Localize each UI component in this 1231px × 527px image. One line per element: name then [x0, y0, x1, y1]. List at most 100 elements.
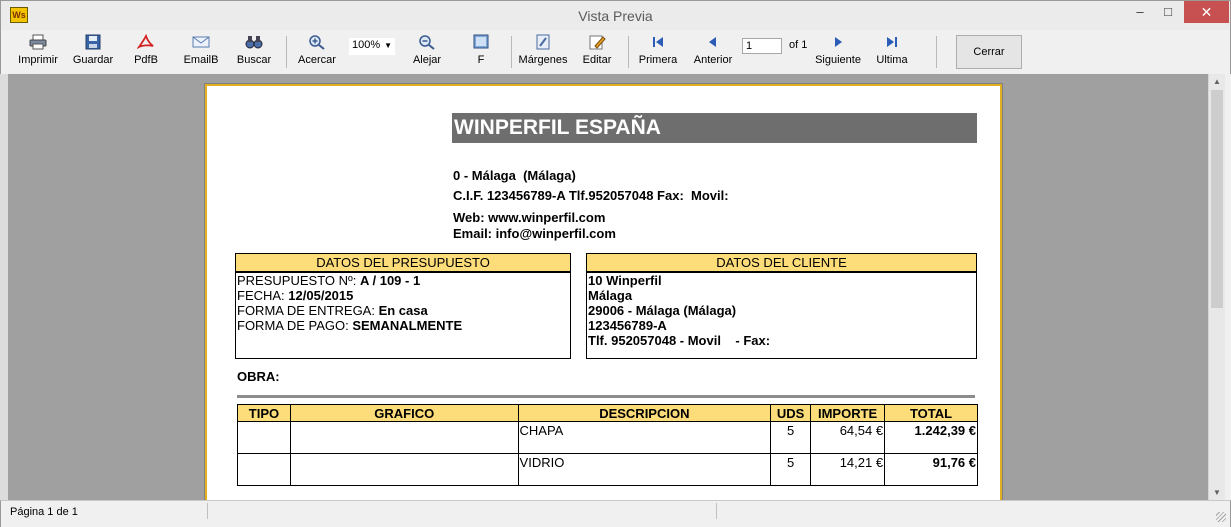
save-label: Guardar — [72, 54, 114, 66]
title-bar: Ws Vista Previa – □ ✕ — [0, 0, 1231, 30]
first-page-button[interactable]: Primera — [637, 34, 679, 72]
cell-descripcion: CHAPA — [517, 421, 772, 454]
items-table: TIPO GRAFICO DESCRIPCION UDS IMPORTE TOT… — [237, 404, 978, 486]
zoom-out-icon — [419, 35, 435, 50]
cell-grafico — [289, 453, 519, 486]
zoom-in-icon — [309, 35, 325, 50]
margins-button[interactable]: Márgenes — [517, 34, 569, 72]
zoom-select[interactable]: 100% ▼ — [349, 38, 395, 55]
envelope-icon — [192, 36, 210, 48]
status-bar: Página 1 de 1 — [0, 500, 1231, 527]
fit-page-label: F — [477, 54, 485, 66]
column-header: GRAFICO — [289, 404, 519, 422]
cell-importe: 14,21 € — [810, 453, 886, 486]
edit-label: Editar — [582, 54, 612, 66]
company-address: 0 - Málaga (Málaga) — [453, 168, 576, 183]
table-row: CHAPA 5 64,54 € 1.242,39 € — [237, 421, 978, 454]
zoom-in-label: Acercar — [298, 54, 336, 66]
next-page-button[interactable]: Siguiente — [813, 34, 863, 72]
minimize-button[interactable]: – — [1127, 1, 1153, 23]
scroll-up-icon[interactable]: ▲ — [1213, 77, 1221, 86]
toolbar-separator — [511, 36, 512, 68]
pdf-icon — [137, 34, 154, 50]
pdf-button[interactable]: PdfB — [129, 34, 163, 72]
zoom-in-button[interactable]: Acercar — [295, 34, 339, 72]
obra-label: OBRA: — [237, 369, 280, 384]
toolbar: Imprimir Guardar PdfB EmailB Buscar Acer… — [0, 30, 1231, 74]
cell-tipo — [237, 421, 291, 454]
next-icon — [835, 37, 842, 47]
cell-uds: 5 — [770, 421, 812, 454]
email-label: EmailB — [183, 54, 219, 66]
print-button[interactable]: Imprimir — [15, 34, 61, 72]
scrollbar-thumb[interactable] — [1211, 90, 1223, 308]
zoom-out-button[interactable]: Alejar — [409, 34, 445, 72]
cell-grafico — [289, 421, 519, 454]
edit-icon — [589, 35, 606, 50]
client-city: Málaga — [588, 288, 633, 303]
toolbar-separator — [936, 36, 937, 68]
cell-total: 91,76 € — [884, 453, 978, 486]
budget-number: PRESUPUESTO Nº: A / 109 - 1 — [237, 273, 421, 288]
fit-page-button[interactable]: F — [469, 34, 493, 72]
cell-total: 1.242,39 € — [884, 421, 978, 454]
first-page-icon — [653, 37, 663, 47]
company-contact: C.I.F. 123456789-A Tlf.952057048 Fax: Mo… — [453, 188, 729, 203]
cell-uds: 5 — [770, 453, 812, 486]
fit-page-icon — [473, 34, 489, 49]
budget-data-box: DATOS DEL PRESUPUESTO PRESUPUESTO Nº: A … — [235, 253, 571, 359]
zoom-value: 100% — [352, 39, 381, 51]
save-button[interactable]: Guardar — [69, 34, 117, 72]
edit-button[interactable]: Editar — [579, 34, 615, 72]
column-header: IMPORTE — [810, 404, 886, 422]
cell-importe: 64,54 € — [810, 421, 886, 454]
printer-icon — [29, 34, 47, 50]
column-header: TIPO — [237, 404, 291, 422]
cell-tipo — [237, 453, 291, 486]
column-header: UDS — [770, 404, 812, 422]
scroll-down-icon[interactable]: ▼ — [1213, 488, 1221, 497]
window-title: Vista Previa — [578, 8, 653, 24]
floppy-disk-icon — [85, 34, 101, 50]
page-number-input[interactable]: 1 — [742, 38, 782, 54]
status-separator — [716, 503, 717, 519]
search-label: Buscar — [236, 54, 272, 66]
vertical-scrollbar[interactable]: ▲ ▼ — [1208, 74, 1225, 500]
cell-descripcion: VIDRIO — [517, 453, 772, 486]
column-header: DESCRIPCION — [517, 404, 772, 422]
search-button[interactable]: Buscar — [235, 34, 273, 72]
first-page-label: Primera — [638, 54, 678, 66]
company-name: WINPERFIL ESPAÑA — [452, 113, 977, 143]
chevron-down-icon: ▼ — [384, 41, 392, 50]
binoculars-icon — [245, 36, 263, 49]
client-phone: Tlf. 952057048 - Movil - Fax: — [588, 333, 771, 348]
previous-label: Anterior — [693, 54, 733, 66]
client-cif: 123456789-A — [588, 318, 667, 333]
next-label: Siguiente — [815, 54, 861, 66]
previous-page-button[interactable]: Anterior — [691, 34, 735, 72]
last-page-button[interactable]: Ultima — [873, 34, 911, 72]
margins-icon — [536, 34, 550, 50]
last-page-icon — [887, 37, 897, 47]
zoom-out-label: Alejar — [412, 54, 442, 66]
client-name: 10 Winperfil — [588, 273, 662, 288]
payment-method: FORMA DE PAGO: SEMANALMENTE — [237, 318, 463, 333]
company-web: Web: www.winperfil.com — [453, 210, 606, 225]
table-row: VIDRIO 5 14,21 € 91,76 € — [237, 453, 978, 486]
previous-icon — [709, 37, 716, 47]
section-divider — [237, 395, 975, 398]
print-label: Imprimir — [18, 54, 58, 66]
maximize-button[interactable]: □ — [1155, 1, 1181, 23]
resize-grip-icon[interactable] — [1216, 512, 1226, 522]
close-button[interactable]: Cerrar — [956, 35, 1022, 69]
toolbar-separator — [628, 36, 629, 68]
close-window-button[interactable]: ✕ — [1184, 1, 1229, 23]
email-button[interactable]: EmailB — [181, 34, 221, 72]
status-separator — [207, 503, 208, 519]
preview-area[interactable]: WINPERFIL ESPAÑA 0 - Málaga (Málaga) C.I… — [8, 74, 1208, 500]
toolbar-separator — [286, 36, 287, 68]
budget-data-header: DATOS DEL PRESUPUESTO — [236, 254, 570, 273]
client-data-box: DATOS DEL CLIENTE 10 Winperfil Málaga 29… — [586, 253, 977, 359]
delivery-method: FORMA DE ENTREGA: En casa — [237, 303, 428, 318]
table-header-row: TIPO GRAFICO DESCRIPCION UDS IMPORTE TOT… — [237, 404, 978, 422]
